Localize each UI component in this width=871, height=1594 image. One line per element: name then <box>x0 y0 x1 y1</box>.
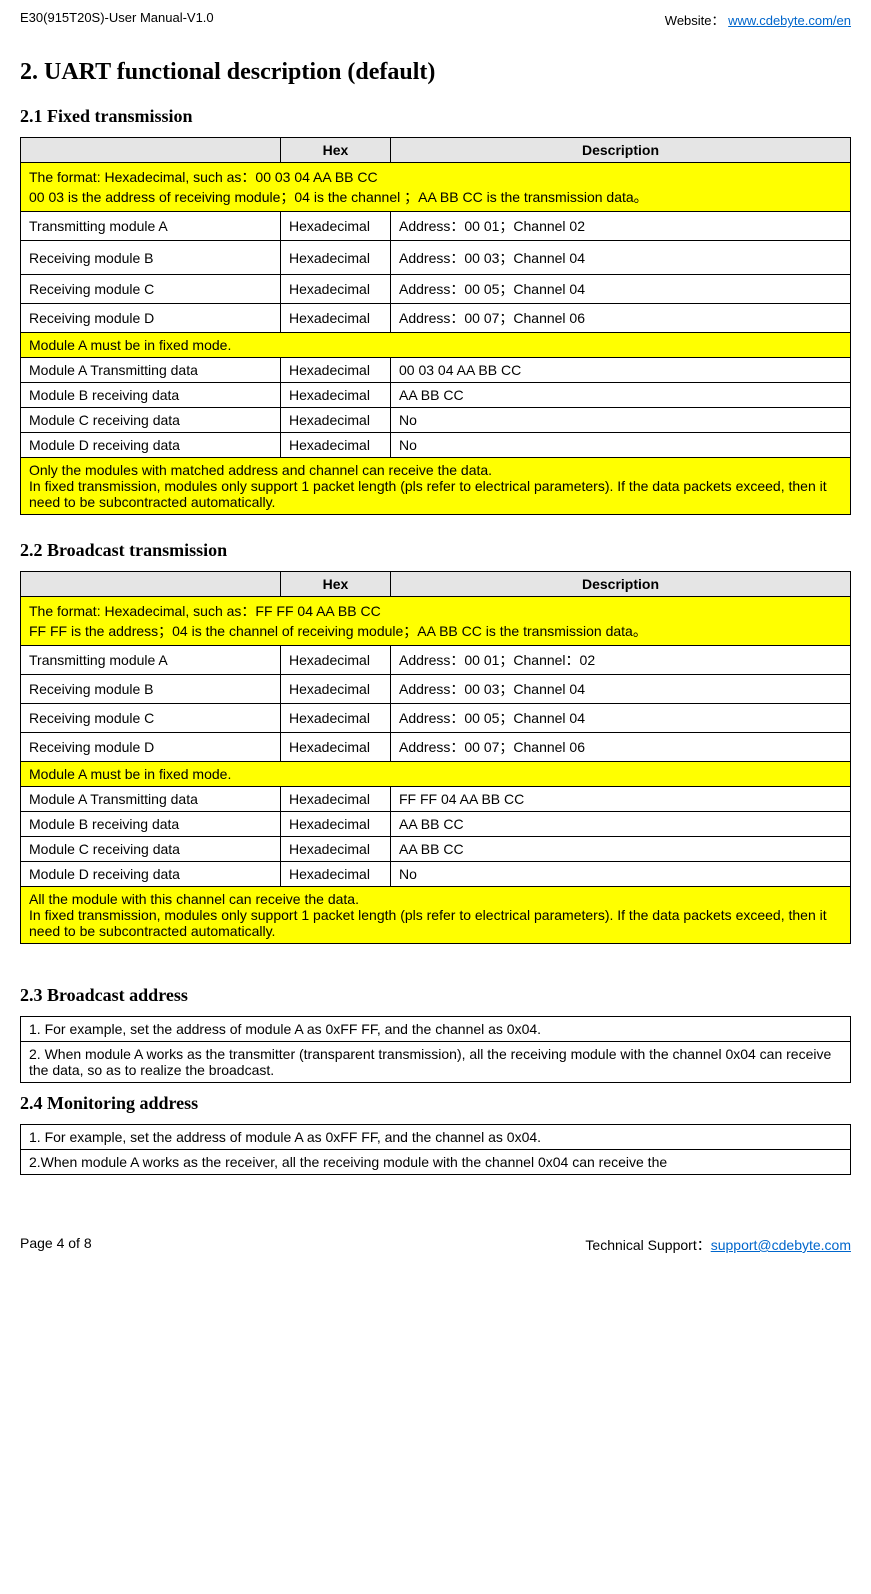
table-header-row: Hex Description <box>21 138 851 163</box>
fixed-transmission-table: Hex Description The format: Hexadecimal,… <box>20 137 851 515</box>
table-row: Receiving module BHexadecimalAddress：00 … <box>21 241 851 275</box>
monitoring-address-table: 1. For example, set the address of modul… <box>20 1124 851 1175</box>
section-2-4-heading: 2.4 Monitoring address <box>20 1093 851 1114</box>
format-note: The format: Hexadecimal, such as：FF FF 0… <box>21 597 851 646</box>
table-row: 1. For example, set the address of modul… <box>21 1017 851 1042</box>
table-note-row: The format: Hexadecimal, such as：00 03 0… <box>21 163 851 212</box>
table-row: 1. For example, set the address of modul… <box>21 1125 851 1150</box>
table-row: Receiving module BHexadecimalAddress：00 … <box>21 675 851 704</box>
support-label: Technical Support：support@cdebyte.com <box>585 1235 851 1255</box>
page-header: E30(915T20S)-User Manual-V1.0 Website： w… <box>20 10 851 29</box>
table-row: Module D receiving dataHexadecimalNo <box>21 862 851 887</box>
table-row: Module C receiving dataHexadecimalNo <box>21 408 851 433</box>
table-row: Receiving module CHexadecimalAddress：00 … <box>21 704 851 733</box>
table-row: Module D receiving dataHexadecimalNo <box>21 433 851 458</box>
chapter-title: 2. UART functional description (default) <box>20 59 851 86</box>
table-header-desc: Description <box>391 138 851 163</box>
table-note-row: All the module with this channel can rec… <box>21 887 851 944</box>
table-note-row: The format: Hexadecimal, such as：FF FF 0… <box>21 597 851 646</box>
table-row: 2.When module A works as the receiver, a… <box>21 1150 851 1175</box>
table-row: Module C receiving dataHexadecimalAA BB … <box>21 837 851 862</box>
format-note: The format: Hexadecimal, such as：00 03 0… <box>21 163 851 212</box>
table-row: Module A Transmitting dataHexadecimal00 … <box>21 358 851 383</box>
table-row: Module B receiving dataHexadecimalAA BB … <box>21 383 851 408</box>
table-row: Receiving module DHexadecimalAddress：00 … <box>21 733 851 762</box>
table-note-row: Module A must be in fixed mode. <box>21 762 851 787</box>
table-note-row: Module A must be in fixed mode. <box>21 333 851 358</box>
website-link[interactable]: www.cdebyte.com/en <box>728 13 851 28</box>
page-footer: Page 4 of 8 Technical Support：support@cd… <box>20 1235 851 1255</box>
footer-note: All the module with this channel can rec… <box>21 887 851 944</box>
table-header-row: Hex Description <box>21 572 851 597</box>
doc-title: E30(915T20S)-User Manual-V1.0 <box>20 10 214 29</box>
table-row: Receiving module DHexadecimalAddress：00 … <box>21 304 851 333</box>
table-row: Module B receiving dataHexadecimalAA BB … <box>21 812 851 837</box>
table-header-blank <box>21 138 281 163</box>
section-2-1-heading: 2.1 Fixed transmission <box>20 106 851 127</box>
table-header-blank <box>21 572 281 597</box>
website-label: Website： www.cdebyte.com/en <box>665 10 851 29</box>
table-row: Transmitting module AHexadecimalAddress：… <box>21 212 851 241</box>
broadcast-address-table: 1. For example, set the address of modul… <box>20 1016 851 1083</box>
table-header-desc: Description <box>391 572 851 597</box>
table-header-hex: Hex <box>281 138 391 163</box>
support-email-link[interactable]: support@cdebyte.com <box>711 1237 851 1253</box>
section-2-3-heading: 2.3 Broadcast address <box>20 985 851 1006</box>
footer-note: Only the modules with matched address an… <box>21 458 851 515</box>
table-row: Receiving module CHexadecimalAddress：00 … <box>21 275 851 304</box>
broadcast-transmission-table: Hex Description The format: Hexadecimal,… <box>20 571 851 944</box>
table-row: Transmitting module AHexadecimalAddress：… <box>21 646 851 675</box>
section-2-2-heading: 2.2 Broadcast transmission <box>20 540 851 561</box>
table-header-hex: Hex <box>281 572 391 597</box>
table-row: Module A Transmitting dataHexadecimalFF … <box>21 787 851 812</box>
table-row: 2. When module A works as the transmitte… <box>21 1042 851 1083</box>
table-note-row: Only the modules with matched address an… <box>21 458 851 515</box>
page-number: Page 4 of 8 <box>20 1235 92 1255</box>
